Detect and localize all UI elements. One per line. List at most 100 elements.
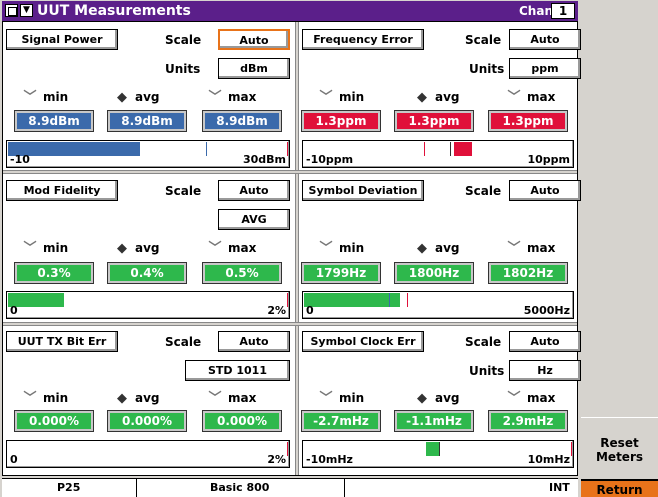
radio-off-icon: ﹀ [208,90,222,105]
max-radio[interactable]: ﹀ max [208,241,256,256]
max-radio[interactable]: ﹀ max [208,391,256,406]
min-value: 0.3% [14,262,94,284]
reset-meters-label-line1: Reset [600,436,639,450]
radio-off-icon: ﹀ [208,241,222,256]
avg-value: 8.9dBm [107,110,187,132]
radio-off-icon: ﹀ [319,241,333,256]
uut-tx-bit-err-meter: 0 2% [6,440,290,468]
dropdown-menu-icon[interactable]: ▼ [20,4,33,17]
max-radio[interactable]: ﹀ max [507,391,555,406]
reference-status: INT [549,481,570,494]
signal-power-meter: -10 30dBm [6,140,290,168]
radio-off-icon: ﹀ [23,391,37,406]
radio-off-icon: ﹀ [319,391,333,406]
scale-label: Scale [465,184,502,198]
frequency-error-button[interactable]: Frequency Error [302,29,424,50]
units-button[interactable]: ppm [509,58,581,79]
max-value: 1802Hz [488,262,568,284]
avg-radio[interactable]: ◆ avg [115,391,160,406]
units-button[interactable]: dBm [218,58,290,79]
radio-off-icon: ﹀ [507,90,521,105]
channel-value[interactable]: 1 [551,3,575,19]
system-status: P25 [57,481,81,494]
meter-center-marker [439,442,440,456]
scale-label: Scale [465,33,502,47]
window-titlebar: ▼ UUT Measurements Chan 1 [2,1,578,21]
meter-marker-high [450,142,451,156]
max-value: 0.000% [202,410,282,432]
mode-status: Basic 800 [210,481,270,494]
max-value: 2.9mHz [488,410,568,432]
measurement-area: Signal Power Scale Auto Units dBm ﹀ min ◆… [2,21,581,476]
range-low: -10 [10,153,30,166]
scale-label: Scale [165,33,202,47]
max-radio[interactable]: ﹀ max [507,241,555,256]
meter-fill [454,142,472,156]
uut-tx-bit-err-button[interactable]: UUT TX Bit Err [6,331,118,352]
system-menu-icon[interactable] [5,4,18,17]
mod-fidelity-meter: 0 2% [6,291,290,319]
reset-meters-button[interactable]: Reset Meters [581,417,658,476]
avg-radio[interactable]: ◆ avg [415,391,460,406]
scale-auto-button[interactable]: Auto [218,331,290,352]
avg-radio[interactable]: ◆ avg [415,241,460,256]
scale-label: Scale [465,335,502,349]
scale-label: Scale [165,184,202,198]
min-radio[interactable]: ﹀ min [319,391,364,406]
units-label: Units [469,62,505,76]
min-radio[interactable]: ﹀ min [319,90,364,105]
max-value: 0.5% [202,262,282,284]
radio-on-icon: ◆ [117,90,127,105]
radio-off-icon: ﹀ [319,90,333,105]
max-value: 1.3ppm [488,110,568,132]
max-radio[interactable]: ﹀ max [507,90,555,105]
avg-radio[interactable]: ◆ avg [115,241,160,256]
signal-power-button[interactable]: Signal Power [6,29,118,50]
avg-value: -1.1mHz [394,410,474,432]
avg-value: 1.3ppm [394,110,474,132]
scale-auto-button[interactable]: Auto [509,331,581,352]
symbol-deviation-meter: 0 5000Hz [302,291,574,319]
scale-auto-button[interactable]: Auto [509,29,581,50]
return-button[interactable]: Return [581,479,658,497]
range-high: 30dBm [242,153,286,166]
symbol-deviation-button[interactable]: Symbol Deviation [302,180,424,201]
avg-value: 0.000% [107,410,187,432]
radio-off-icon: ﹀ [507,391,521,406]
min-radio[interactable]: ﹀ min [319,241,364,256]
range-high: 10mHz [527,453,570,466]
avg-radio[interactable]: ◆ avg [115,90,160,105]
min-value: 1799Hz [301,262,381,284]
status-divider [136,479,137,497]
frequency-error-meter: -10ppm 10ppm [302,140,574,168]
status-divider [344,479,345,497]
range-high: 2% [267,453,286,466]
frequency-error-panel: Frequency Error Scale Auto Units ppm ﹀ mi… [299,22,589,170]
meter-marker [206,142,207,156]
mod-fidelity-button[interactable]: Mod Fidelity [6,180,118,201]
meter-end-marker [287,293,288,307]
radio-on-icon: ◆ [417,391,427,406]
scale-auto-button[interactable]: Auto [218,180,290,201]
units-label: Units [165,62,201,76]
min-radio[interactable]: ﹀ min [23,241,68,256]
range-low: 0 [10,453,18,466]
scale-auto-button[interactable]: Auto [509,180,581,201]
max-value: 8.9dBm [202,110,282,132]
meter-marker-high [407,293,408,307]
symbol-clock-err-button[interactable]: Symbol Clock Err [302,331,424,352]
min-value: -2.7mHz [301,410,381,432]
avg-radio[interactable]: ◆ avg [415,90,460,105]
mod-fidelity-panel: Mod Fidelity Scale Auto AVG ﹀ min ◆ avg ﹀ m… [3,174,293,322]
units-button[interactable]: Hz [509,360,581,381]
radio-on-icon: ◆ [417,90,427,105]
max-radio[interactable]: ﹀ max [208,90,256,105]
scale-auto-button[interactable]: Auto [218,29,290,50]
window-title: UUT Measurements [37,3,191,19]
meter-marker-low [389,293,390,307]
avg-mode-button[interactable]: AVG [218,209,290,230]
min-radio[interactable]: ﹀ min [23,90,68,105]
pattern-button[interactable]: STD 1011 [185,360,290,381]
range-high: 2% [267,304,286,317]
min-radio[interactable]: ﹀ min [23,391,68,406]
